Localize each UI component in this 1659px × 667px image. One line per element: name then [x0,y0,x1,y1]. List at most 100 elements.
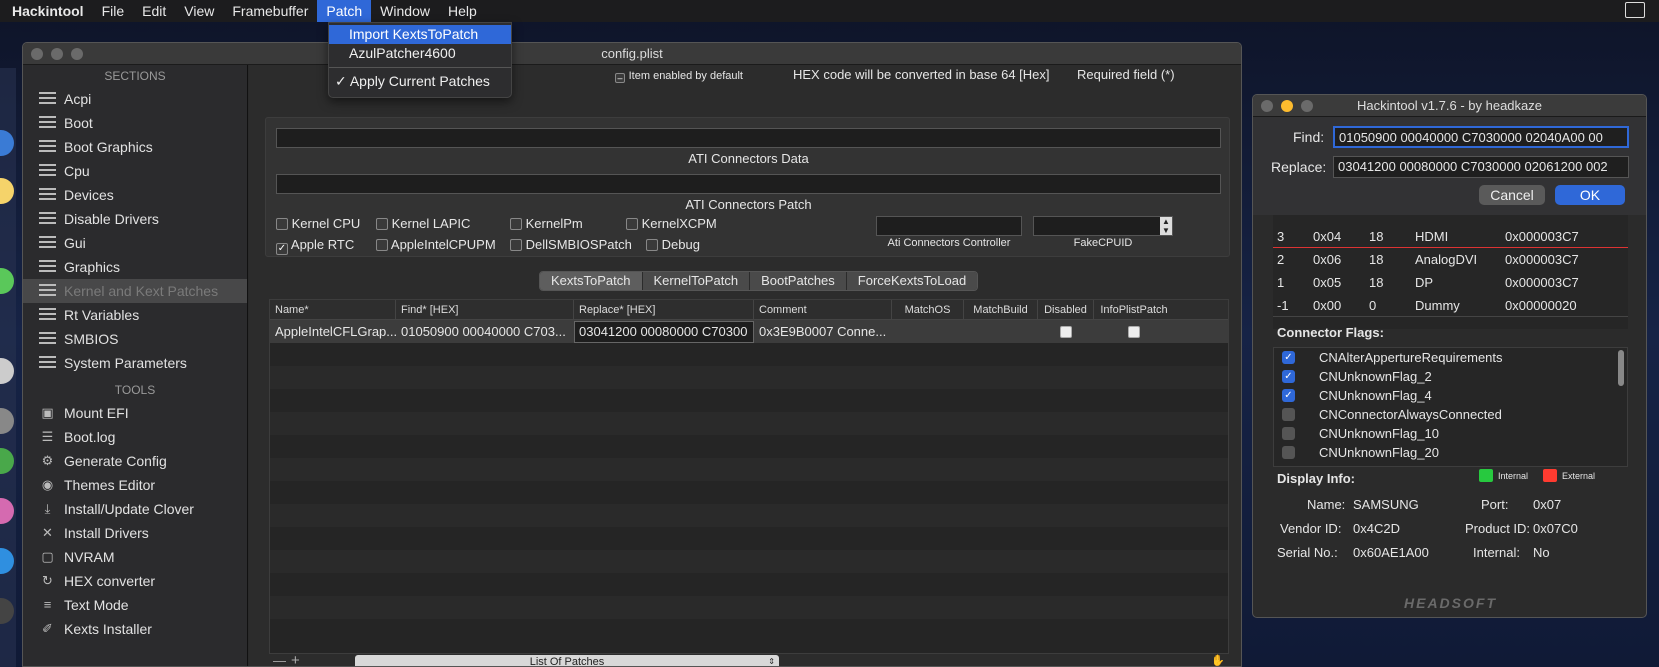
tab-kerneltopatch[interactable]: KernelToPatch [642,272,751,290]
infoplistpatch-checkbox[interactable] [1128,326,1140,338]
column-matchos[interactable]: MatchOS [892,300,964,319]
dock-app-icon[interactable] [0,598,14,624]
dock-app-icon[interactable] [0,548,14,574]
menu-edit[interactable]: Edit [133,0,175,22]
flag-row[interactable]: ✓ CNUnknownFlag_2 [1274,367,1627,386]
column-disabled[interactable]: Disabled [1038,300,1094,319]
minimize-button[interactable] [51,48,63,60]
menu-app-hackintool[interactable]: Hackintool [10,0,93,22]
tab-kextstopatch[interactable]: KextsToPatch [540,272,643,290]
tab-bootpatches[interactable]: BootPatches [750,272,847,290]
connector-row[interactable]: 3 0x04 18 HDMI 0x000003C7 [1273,225,1628,248]
sidebar-item-graphics[interactable]: Graphics [23,255,247,279]
sidebar-item-smbios[interactable]: SMBIOS [23,327,247,351]
connector-type-select[interactable]: AnalogDVI [1415,252,1505,267]
menu-item-apply-current-patches[interactable]: ✓ Apply Current Patches [329,72,511,91]
tool-install-update-clover[interactable]: ⤓ Install/Update Clover [23,497,247,521]
column-infoplistpatch[interactable]: InfoPlistPatch [1094,300,1174,319]
tool-generate-config[interactable]: ⚙ Generate Config [23,449,247,473]
dock-app-icon[interactable] [0,498,14,524]
sidebar-item-boot-graphics[interactable]: Boot Graphics [23,135,247,159]
tab-forcekextstoload[interactable]: ForceKextsToLoad [846,272,978,290]
stepper-icon[interactable]: ▲ ▼ [1160,217,1172,235]
sidebar-item-disable-drivers[interactable]: Disable Drivers [23,207,247,231]
zoom-button[interactable] [71,48,83,60]
resize-grip-icon[interactable]: ✋ [1211,654,1225,666]
minimize-button[interactable] [1281,100,1293,112]
dock-app-icon[interactable] [0,448,14,474]
find-input[interactable]: 01050900 00040000 C7030000 02040A00 00 [1333,126,1629,148]
ati-connectors-controller-input[interactable] [876,216,1022,236]
checkbox-icon[interactable] [1282,446,1295,459]
column-find[interactable]: Find* [HEX] [396,300,574,319]
flag-row[interactable]: ✓ CNAlterAppertureRequirements [1274,348,1627,367]
sidebar-item-devices[interactable]: Devices [23,183,247,207]
column-replace[interactable]: Replace* [HEX] [574,300,754,319]
tool-mount-efi[interactable]: ▣ Mount EFI [23,401,247,425]
cell-replace-editor[interactable]: 03041200 00080000 C70300 [574,320,754,343]
column-name[interactable]: Name* [270,300,396,319]
flag-row[interactable]: CNUnknownFlag_20 [1274,443,1627,462]
tool-nvram[interactable]: ▢ NVRAM [23,545,247,569]
appleintelcpupm-checkbox[interactable]: AppleIntelCPUPM [376,237,496,252]
menu-item-import-kextstopatch[interactable]: Import KextsToPatch [329,25,511,44]
replace-input[interactable]: 03041200 00080000 C7030000 02061200 002 [1333,156,1629,178]
kernel-cpu-checkbox[interactable]: Kernel CPU [276,216,360,231]
sidebar-item-gui[interactable]: Gui [23,231,247,255]
debug-checkbox[interactable]: Debug [646,237,700,252]
column-comment[interactable]: Comment [754,300,892,319]
menu-window[interactable]: Window [371,0,439,22]
dock-notes-icon[interactable] [0,178,14,204]
connector-type-select[interactable]: Dummy [1415,298,1505,313]
sidebar-item-kernel-and-kext-patches[interactable]: Kernel and Kext Patches [23,279,247,303]
menu-patch[interactable]: Patch [317,0,372,22]
menu-view[interactable]: View [175,0,223,22]
airplay-icon[interactable] [1625,2,1645,18]
dock-app-icon[interactable] [0,408,14,434]
checkmark-icon[interactable]: ✓ [1282,351,1295,364]
table-row[interactable]: AppleIntelCFLGrap... 01050900 00040000 C… [270,320,1228,343]
sidebar-item-rt-variables[interactable]: Rt Variables [23,303,247,327]
dock-app-icon[interactable] [0,130,14,156]
flag-row[interactable]: CNUnknownFlag_10 [1274,424,1627,443]
sidebar-item-cpu[interactable]: Cpu [23,159,247,183]
kernel-lapic-checkbox[interactable]: Kernel LAPIC [376,216,470,231]
tool-boot-log[interactable]: ☰ Boot.log [23,425,247,449]
flags-scrollbar[interactable] [1618,350,1624,386]
kernelxcpm-checkbox[interactable]: KernelXCPM [626,216,717,231]
kernelpm-checkbox[interactable]: KernelPm [510,216,583,231]
add-row-button[interactable]: + [291,652,300,666]
connector-type-select[interactable]: DP [1415,275,1505,290]
cancel-button[interactable]: Cancel [1479,185,1545,205]
connector-row[interactable]: -1 0x00 0 Dummy 0x00000020 [1273,294,1628,317]
tool-kexts-installer[interactable]: ✐ Kexts Installer [23,617,247,641]
tool-text-mode[interactable]: ≡ Text Mode [23,593,247,617]
dock-app-icon[interactable] [0,358,14,384]
checkbox-icon[interactable] [1282,408,1295,421]
ati-connectors-patch-input[interactable] [276,174,1221,194]
apple-rtc-checkbox[interactable]: ✓ Apple RTC [276,237,354,255]
menu-file[interactable]: File [93,0,134,22]
connector-row[interactable]: 1 0x05 18 DP 0x000003C7 [1273,271,1628,294]
tool-install-drivers[interactable]: ✕ Install Drivers [23,521,247,545]
sidebar-item-acpi[interactable]: Acpi [23,87,247,111]
sidebar-item-system-parameters[interactable]: System Parameters [23,351,247,375]
connector-row[interactable]: 2 0x06 18 AnalogDVI 0x000003C7 [1273,248,1628,271]
disabled-checkbox[interactable] [1060,326,1072,338]
fakecpuid-input[interactable]: ▲ ▼ [1033,216,1173,236]
zoom-button[interactable] [1301,100,1313,112]
tool-themes-editor[interactable]: ◉ Themes Editor [23,473,247,497]
dock-app-icon[interactable] [0,268,14,294]
checkmark-icon[interactable]: ✓ [1282,389,1295,402]
dellsmbiospatch-checkbox[interactable]: DellSMBIOSPatch [510,237,632,252]
close-button[interactable] [1261,100,1273,112]
flag-row[interactable]: ✓ CNUnknownFlag_4 [1274,386,1627,405]
close-button[interactable] [31,48,43,60]
checkmark-icon[interactable]: ✓ [1282,370,1295,383]
menu-help[interactable]: Help [439,0,486,22]
menu-framebuffer[interactable]: Framebuffer [223,0,317,22]
column-matchbuild[interactable]: MatchBuild [964,300,1038,319]
checkbox-icon[interactable] [1282,427,1295,440]
ati-connectors-data-input[interactable] [276,128,1221,148]
list-of-patches-select[interactable]: List Of Patches ⇕ [355,655,779,666]
